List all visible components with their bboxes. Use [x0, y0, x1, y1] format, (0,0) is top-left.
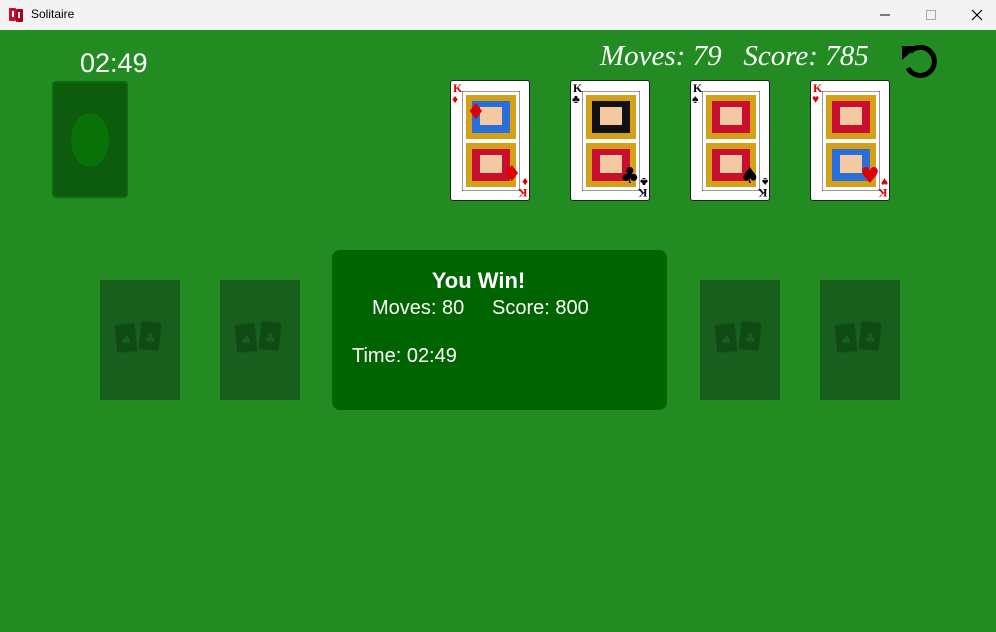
- moves-label: Moves:: [600, 40, 686, 72]
- final-score: Score: 800: [492, 297, 589, 319]
- win-dialog: You Win! Moves: 80 Score: 800 Time: 02:4…: [332, 250, 667, 410]
- heart-suit-icon: ♥: [880, 175, 888, 189]
- club-suit-icon: ♣: [640, 175, 648, 189]
- minimize-button[interactable]: [862, 0, 908, 30]
- svg-text:♣: ♣: [620, 164, 640, 189]
- minimize-icon: [880, 14, 890, 16]
- svg-text:♣: ♣: [864, 331, 877, 347]
- tableau-slot-6[interactable]: ♠ ♣: [700, 280, 780, 400]
- spade-suit-icon: ♠: [692, 92, 699, 106]
- final-time: Time: 02:49: [352, 345, 457, 367]
- moves-value: 79: [692, 40, 722, 72]
- svg-text:♠: ♠: [120, 333, 133, 349]
- empty-slot-cards-icon: ♠ ♣: [834, 321, 882, 353]
- tableau-slot-2[interactable]: ♠ ♣: [220, 280, 300, 400]
- solitaire-app-icon: [9, 8, 23, 22]
- svg-text:♠: ♠: [840, 333, 853, 349]
- svg-text:♦: ♦: [466, 100, 486, 125]
- win-title: You Win!: [431, 268, 526, 293]
- king-face-art: ♣: [582, 91, 640, 191]
- game-timer: 02:49: [80, 48, 148, 78]
- stock-empty-marker: [71, 113, 109, 167]
- undo-icon: [902, 44, 937, 78]
- empty-slot-cards-icon: ♠ ♣: [114, 321, 162, 353]
- score-display: Moves: 79 Score: 785: [600, 40, 869, 73]
- foundation-clubs[interactable]: K ♣ ♣ K ♣: [570, 80, 650, 201]
- svg-text:♦: ♦: [502, 162, 520, 187]
- foundation-diamonds[interactable]: K ♦ ♦ ♦ K ♦: [450, 80, 530, 201]
- close-icon: [971, 9, 983, 21]
- maximize-icon: [926, 10, 936, 20]
- diamond-suit-icon: ♦: [452, 92, 459, 106]
- final-moves: Moves: 80: [372, 297, 465, 319]
- diamond-suit-icon: ♦: [521, 175, 528, 189]
- club-suit-icon: ♣: [572, 92, 580, 106]
- foundation-spades[interactable]: K ♠ ♠ K ♠: [690, 80, 770, 201]
- svg-text:♣: ♣: [144, 331, 157, 347]
- window-title: Solitaire: [31, 7, 75, 21]
- empty-slot-cards-icon: ♠ ♣: [234, 321, 282, 353]
- stock-pile[interactable]: [52, 81, 128, 198]
- spade-suit-icon: ♠: [761, 175, 768, 189]
- svg-text:♠: ♠: [240, 333, 253, 349]
- score-label: Score:: [743, 40, 818, 72]
- close-button[interactable]: [954, 0, 996, 30]
- svg-text:♠: ♠: [720, 333, 733, 349]
- maximize-button[interactable]: [908, 0, 954, 30]
- svg-text:♣: ♣: [264, 331, 277, 347]
- svg-text:♠: ♠: [740, 164, 760, 189]
- heart-suit-icon: ♥: [812, 92, 820, 106]
- king-face-art: ♠: [702, 91, 760, 191]
- tableau-slot-1[interactable]: ♠ ♣: [100, 280, 180, 400]
- foundation-hearts[interactable]: K ♥ ♥ K ♥: [810, 80, 890, 201]
- score-value: 785: [825, 40, 869, 72]
- tableau-slot-7[interactable]: ♠ ♣: [820, 280, 900, 400]
- undo-button[interactable]: [898, 40, 942, 82]
- svg-text:♣: ♣: [744, 331, 757, 347]
- title-bar: Solitaire: [0, 0, 996, 30]
- king-face-art: ♥: [822, 91, 880, 191]
- svg-text:♥: ♥: [860, 164, 880, 189]
- empty-slot-cards-icon: ♠ ♣: [714, 321, 762, 353]
- king-face-art: ♦ ♦: [462, 91, 520, 191]
